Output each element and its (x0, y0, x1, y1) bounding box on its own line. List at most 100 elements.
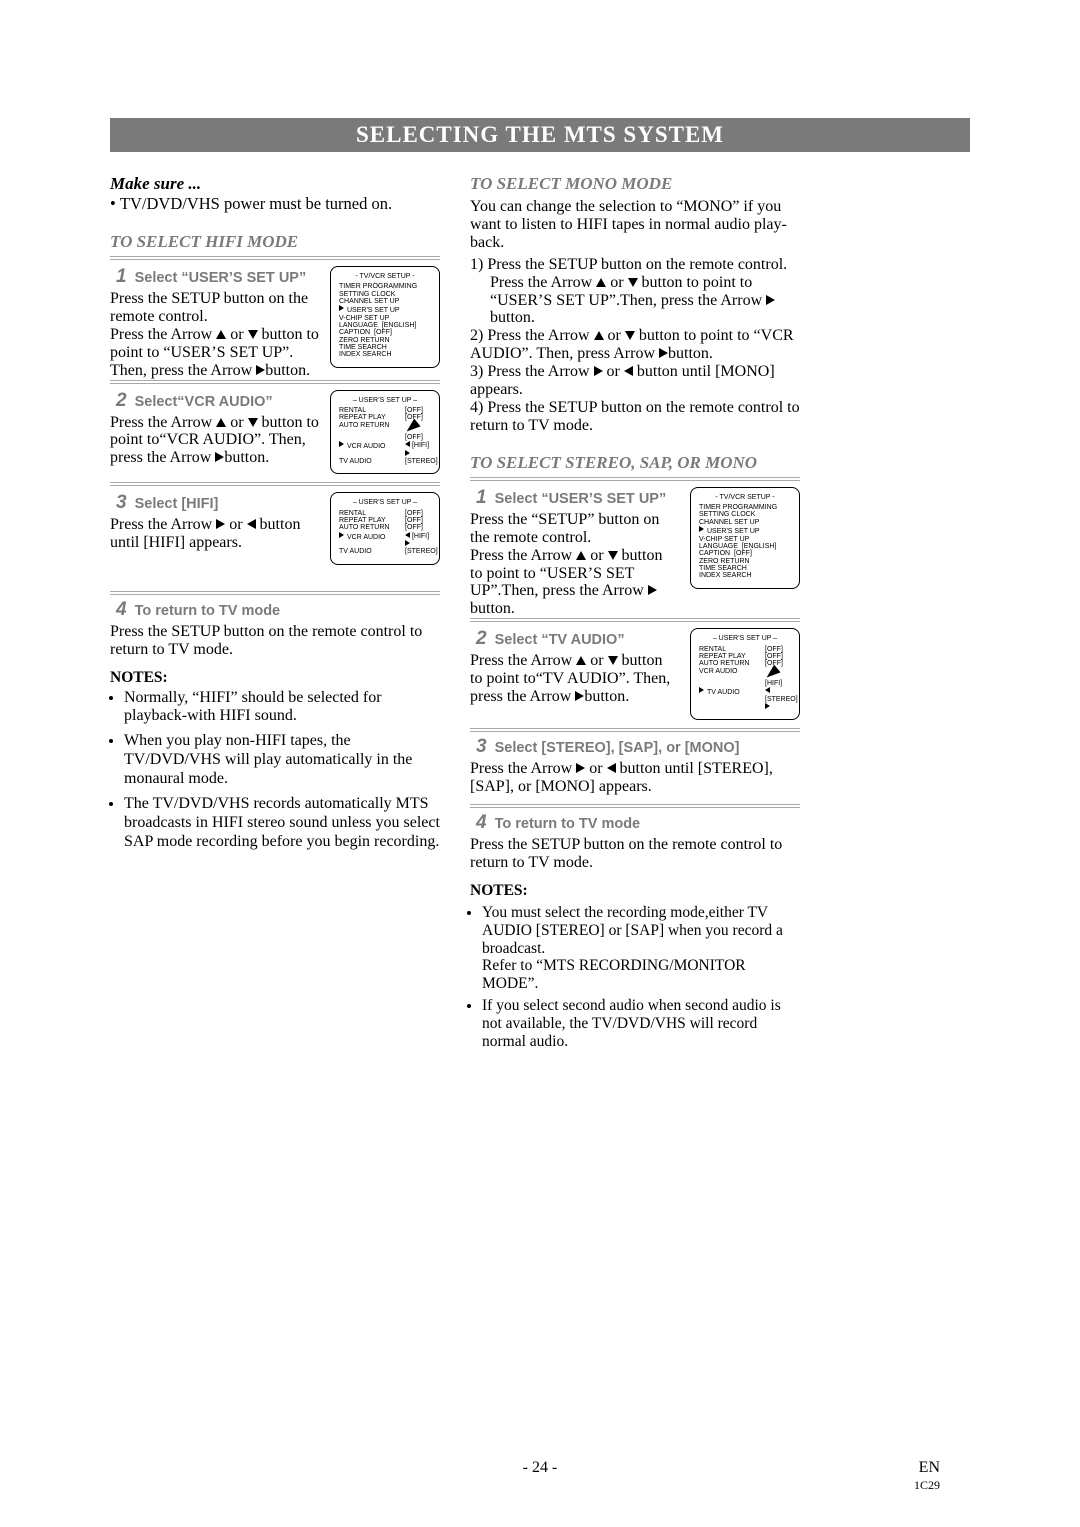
osd-vcraud: VCR AUDIO (347, 443, 386, 450)
osd-hifi: [HIFI] (412, 442, 429, 449)
mono-l4: 4) Press the SETUP button on the remote … (470, 399, 800, 435)
arrow-down-icon (248, 330, 258, 339)
pointer-icon (699, 526, 704, 532)
note-l-3: The TV/DVD/VHS records automatically MTS… (124, 795, 440, 852)
rs2d: button. (584, 688, 629, 705)
note-r-1: You must select the recording mode,eithe… (482, 904, 800, 993)
osd-hifi: [HIFI] (412, 533, 429, 540)
osd-off: [OFF] (765, 646, 791, 653)
mono-l3: 3) Press the Arrow (470, 363, 594, 380)
rs4-body: Press the SETUP button on the remote con… (470, 836, 800, 872)
osd-tvvcr-setup-1: - TV/VCR SETUP - TIMER PROGRAMMING SETTI… (330, 266, 440, 368)
osd-off: [OFF] (765, 660, 791, 667)
arrow-right-icon (648, 585, 657, 595)
arrow-left-icon (624, 366, 633, 376)
osd-off: [OFF] (405, 434, 423, 441)
osd-off: [OFF] (405, 414, 431, 421)
rs3-label: Select [STEREO], [SAP], or [MONO] (495, 740, 740, 756)
rs1c: Press the Arrow (470, 547, 576, 564)
hifi-step-3: 3Select [HIFI] Press the Arrow or button… (110, 488, 440, 572)
page-title: SELECTING THE MTS SYSTEM (110, 118, 970, 152)
column-right: TO SELECT MONO MODE You can change the s… (470, 152, 800, 1054)
osd-title: - TV/VCR SETUP - (339, 273, 431, 280)
mono-l1d: button. (490, 309, 535, 326)
arrow-up-icon (576, 656, 586, 665)
mono-l1: 1) Press the SETUP button on the remote … (470, 256, 800, 274)
arrow-right-icon (766, 295, 775, 305)
arrow-up-icon (216, 330, 226, 339)
arrow-right-icon (594, 366, 603, 376)
s2b: Press the Arrow (110, 414, 216, 431)
lang-code: EN (919, 1459, 940, 1477)
osd-stereo: [STEREO] (765, 696, 798, 703)
rs2b: Press the Arrow (470, 652, 576, 669)
osd-repeat: REPEAT PLAY (339, 517, 386, 524)
sel-left-icon (405, 441, 410, 447)
mono-intro: You can change the selection to “MONO” i… (470, 198, 800, 252)
note-r-1a: You must select the recording mode,eithe… (482, 904, 783, 957)
osd-title: - TV/VCR SETUP - (699, 494, 791, 501)
osd-users-setup-3: – USER’S SET UP – RENTAL[OFF] REPEAT PLA… (690, 628, 800, 720)
callout-arrow-icon (763, 664, 780, 681)
pointer-icon (699, 687, 704, 693)
osd-title: – USER’S SET UP – (339, 499, 431, 506)
osd-users-setup-2: – USER’S SET UP – RENTAL [OFF] REPEAT PLA… (330, 492, 440, 564)
hifi-step-1: 1Select “USER’S SET UP” Press the SETUP … (110, 262, 440, 380)
column-left: Make sure ... • TV/DVD/VHS power must be… (110, 152, 440, 1054)
notes-heading-r: NOTES: (470, 882, 800, 900)
sel-right-icon (765, 703, 770, 709)
power-note: • TV/DVD/VHS power must be turned on. (110, 194, 440, 214)
osd-off: [OFF] (765, 653, 791, 660)
pointer-icon (339, 532, 344, 538)
note-l-1: Normally, “HIFI” should be selected for … (124, 689, 440, 727)
osd-tvaud: TV AUDIO (707, 689, 740, 696)
osd-repeat: REPEAT PLAY (699, 653, 746, 660)
osd-hifi: [HIFI] (765, 680, 782, 687)
rs1b: Press the “SETUP” button on the remote c… (470, 511, 659, 546)
step1-label: Select “USER’S SET UP” (135, 270, 307, 286)
hifi-step-2: 2Select“VCR AUDIO” Press the Arrow or bu… (110, 386, 440, 483)
osd-title: – USER’S SET UP – (339, 397, 431, 404)
osd-tvaud: TV AUDIO (339, 548, 372, 555)
arrow-right-icon (256, 365, 265, 375)
osd-title: – USER’S SET UP – (699, 635, 791, 642)
stereo-heading: TO SELECT STEREO, SAP, OR MONO (470, 453, 800, 473)
arrow-right-icon (659, 348, 668, 358)
arrow-left-icon (247, 519, 256, 529)
arrow-down-icon (608, 656, 618, 665)
stereo-step-2: 2Select “TV AUDIO” Press the Arrow or bu… (470, 624, 800, 728)
osd-vcraud: VCR AUDIO (699, 668, 738, 675)
arrow-up-icon (594, 331, 604, 340)
callout-arrow-icon (403, 418, 420, 435)
arrow-down-icon (628, 278, 638, 287)
osd-tvvcr-setup-2: - TV/VCR SETUP - TIMER PROGRAMMING SETTI… (690, 487, 800, 589)
arrow-right-icon (215, 452, 224, 462)
notes-heading: NOTES: (110, 669, 440, 687)
doc-code: 1C29 (914, 1478, 940, 1493)
osd-off: [OFF] (405, 524, 423, 531)
note-l-2: When you play non-HIFI tapes, the TV/DVD… (124, 732, 440, 789)
osd-rental: RENTAL (339, 407, 366, 414)
hifi-heading: TO SELECT HIFI MODE (110, 232, 440, 252)
arrow-up-icon (596, 278, 606, 287)
s1e: button. (265, 362, 310, 379)
osd-stereo: [STEREO] (405, 458, 438, 465)
mono-l2: 2) Press the Arrow (470, 327, 594, 344)
s1c: Press the Arrow (110, 326, 216, 343)
osd-autoret: AUTO RETURN (699, 660, 749, 667)
osd-vcraud: VCR AUDIO (347, 534, 386, 541)
osd-off: [OFF] (405, 517, 431, 524)
arrow-down-icon (248, 418, 258, 427)
s2d: button. (224, 449, 269, 466)
rs4-label: To return to TV mode (495, 816, 641, 832)
step4-body: Press the SETUP button on the remote con… (110, 623, 440, 659)
stereo-step-1: 1Select “USER’S SET UP” Press the “SETUP… (470, 483, 800, 618)
arrow-down-icon (625, 331, 635, 340)
arrow-left-icon (607, 763, 616, 773)
osd-autoret: AUTO RETURN (339, 524, 389, 531)
osd-rental: RENTAL (339, 510, 366, 517)
make-sure-heading: Make sure ... (110, 174, 440, 194)
osd-off: [OFF] (405, 510, 431, 517)
osd-repeat: REPEAT PLAY (339, 414, 386, 421)
note-r-2: If you select second audio when second a… (482, 997, 800, 1050)
